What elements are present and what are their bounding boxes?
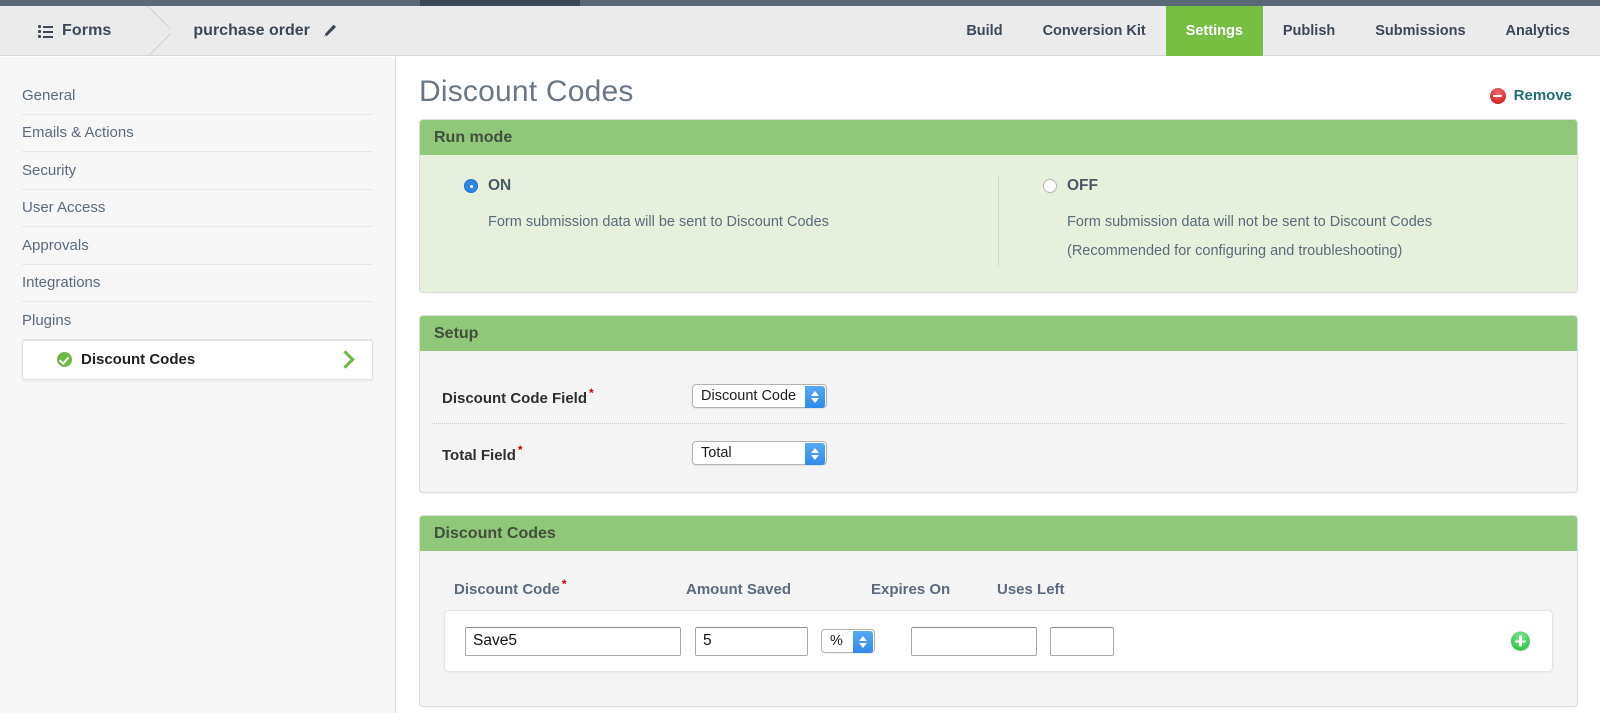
sidebar-item-discount-codes[interactable]: Discount Codes	[22, 340, 373, 380]
check-circle-icon	[57, 352, 72, 367]
stepper-arrows-icon[interactable]	[805, 386, 825, 408]
sidebar-item-approvals[interactable]: Approvals	[22, 227, 373, 265]
required-asterisk: *	[562, 577, 567, 591]
app-header: Forms purchase order Build Conversion Ki…	[0, 6, 1600, 56]
setup-panel-title: Setup	[420, 316, 1577, 351]
sidebar-item-integrations[interactable]: Integrations	[22, 265, 373, 303]
required-asterisk: *	[518, 443, 523, 457]
discount-codes-body: Discount Code* Amount Saved Expires On U…	[420, 551, 1577, 706]
minus-circle-icon	[1490, 88, 1506, 104]
chevron-right-icon	[336, 350, 354, 368]
sidebar-item-plugins[interactable]: Plugins	[22, 302, 373, 340]
radio-on-icon[interactable]	[464, 179, 478, 193]
amount-unit-select[interactable]: %	[821, 629, 875, 653]
uses-left-input[interactable]	[1050, 627, 1114, 656]
column-header-discount-code-text: Discount Code	[454, 581, 560, 598]
tab-publish[interactable]: Publish	[1263, 6, 1355, 56]
total-field-select-value: Total	[701, 445, 732, 461]
radio-off-row[interactable]: OFF	[1043, 177, 1533, 195]
tab-settings[interactable]: Settings	[1166, 6, 1263, 56]
stepper-arrows-icon[interactable]	[805, 443, 825, 465]
radio-on-label: ON	[488, 177, 511, 195]
discount-code-input[interactable]	[465, 627, 681, 656]
pencil-icon[interactable]	[322, 23, 338, 39]
radio-off-label: OFF	[1067, 177, 1098, 195]
tab-conversion-kit[interactable]: Conversion Kit	[1023, 6, 1166, 56]
column-header-expires-on: Expires On	[871, 581, 997, 598]
column-header-uses-left: Uses Left	[997, 581, 1117, 598]
column-header-amount-saved: Amount Saved	[686, 581, 871, 598]
page-header: Discount Codes Remove	[397, 57, 1600, 119]
forms-list-icon	[38, 25, 53, 38]
discount-code-field-select-value: Discount Code	[701, 388, 796, 404]
total-field-label: Total Field*	[442, 443, 692, 464]
discount-code-field-select[interactable]: Discount Code	[692, 384, 827, 408]
discount-code-field-label: Discount Code Field*	[442, 386, 692, 407]
main-content: Discount Codes Remove Run mode ON Form s…	[397, 57, 1600, 713]
radio-on-row[interactable]: ON	[464, 177, 954, 195]
amount-saved-input[interactable]	[695, 627, 808, 656]
sidebar-item-general[interactable]: General	[22, 77, 373, 115]
setup-row-discount-code-field: Discount Code Field* Discount Code	[420, 377, 1577, 415]
breadcrumb-separator-icon	[137, 6, 171, 56]
breadcrumb-form-name-label: purchase order	[193, 22, 309, 40]
page-title: Discount Codes	[419, 75, 1570, 109]
amount-unit-select-value: %	[830, 633, 843, 649]
add-row-button[interactable]	[1511, 632, 1530, 651]
breadcrumb-form-name[interactable]: purchase order	[171, 6, 337, 56]
stepper-arrows-icon[interactable]	[853, 631, 873, 653]
radio-off-description: Form submission data will not be sent to…	[1067, 208, 1533, 237]
setup-row-divider	[432, 423, 1565, 424]
run-mode-body: ON Form submission data will be sent to …	[420, 155, 1577, 292]
sidebar-item-discount-codes-label: Discount Codes	[81, 351, 195, 368]
setup-row-total-field: Total Field* Total	[420, 434, 1577, 472]
remove-button-label: Remove	[1514, 87, 1572, 104]
radio-on-description: Form submission data will be sent to Dis…	[488, 208, 954, 237]
tab-analytics[interactable]: Analytics	[1486, 6, 1590, 56]
run-mode-option-on[interactable]: ON Form submission data will be sent to …	[420, 177, 998, 266]
tab-build[interactable]: Build	[946, 6, 1022, 56]
column-header-discount-code: Discount Code*	[454, 577, 686, 598]
breadcrumb-forms-label: Forms	[62, 22, 111, 40]
run-mode-option-off[interactable]: OFF Form submission data will not be sen…	[998, 177, 1577, 266]
sidebar-item-emails-actions[interactable]: Emails & Actions	[22, 115, 373, 153]
total-field-label-text: Total Field	[442, 447, 516, 464]
setup-body: Discount Code Field* Discount Code Total…	[420, 351, 1577, 492]
tab-submissions[interactable]: Submissions	[1355, 6, 1485, 56]
breadcrumb-forms-link[interactable]: Forms	[0, 6, 137, 56]
remove-button[interactable]: Remove	[1490, 87, 1572, 104]
settings-sidebar: General Emails & Actions Security User A…	[0, 57, 396, 713]
discount-code-field-label-text: Discount Code Field	[442, 390, 587, 407]
expires-on-input[interactable]	[911, 627, 1037, 656]
run-mode-panel: Run mode ON Form submission data will be…	[419, 119, 1578, 293]
sidebar-item-user-access[interactable]: User Access	[22, 190, 373, 228]
discount-codes-column-headers: Discount Code* Amount Saved Expires On U…	[420, 563, 1577, 610]
discount-codes-panel: Discount Codes Discount Code* Amount Sav…	[419, 515, 1578, 707]
radio-off-icon[interactable]	[1043, 179, 1057, 193]
main-nav-tabs: Build Conversion Kit Settings Publish Su…	[946, 6, 1590, 56]
run-mode-panel-title: Run mode	[420, 120, 1577, 155]
required-asterisk: *	[589, 386, 594, 400]
breadcrumb: Forms purchase order	[0, 6, 338, 56]
radio-off-description-secondary: (Recommended for configuring and trouble…	[1067, 237, 1533, 266]
setup-panel: Setup Discount Code Field* Discount Code…	[419, 315, 1578, 493]
discount-codes-panel-title: Discount Codes	[420, 516, 1577, 551]
sidebar-item-security[interactable]: Security	[22, 152, 373, 190]
table-row: %	[444, 610, 1553, 672]
total-field-select[interactable]: Total	[692, 441, 827, 465]
